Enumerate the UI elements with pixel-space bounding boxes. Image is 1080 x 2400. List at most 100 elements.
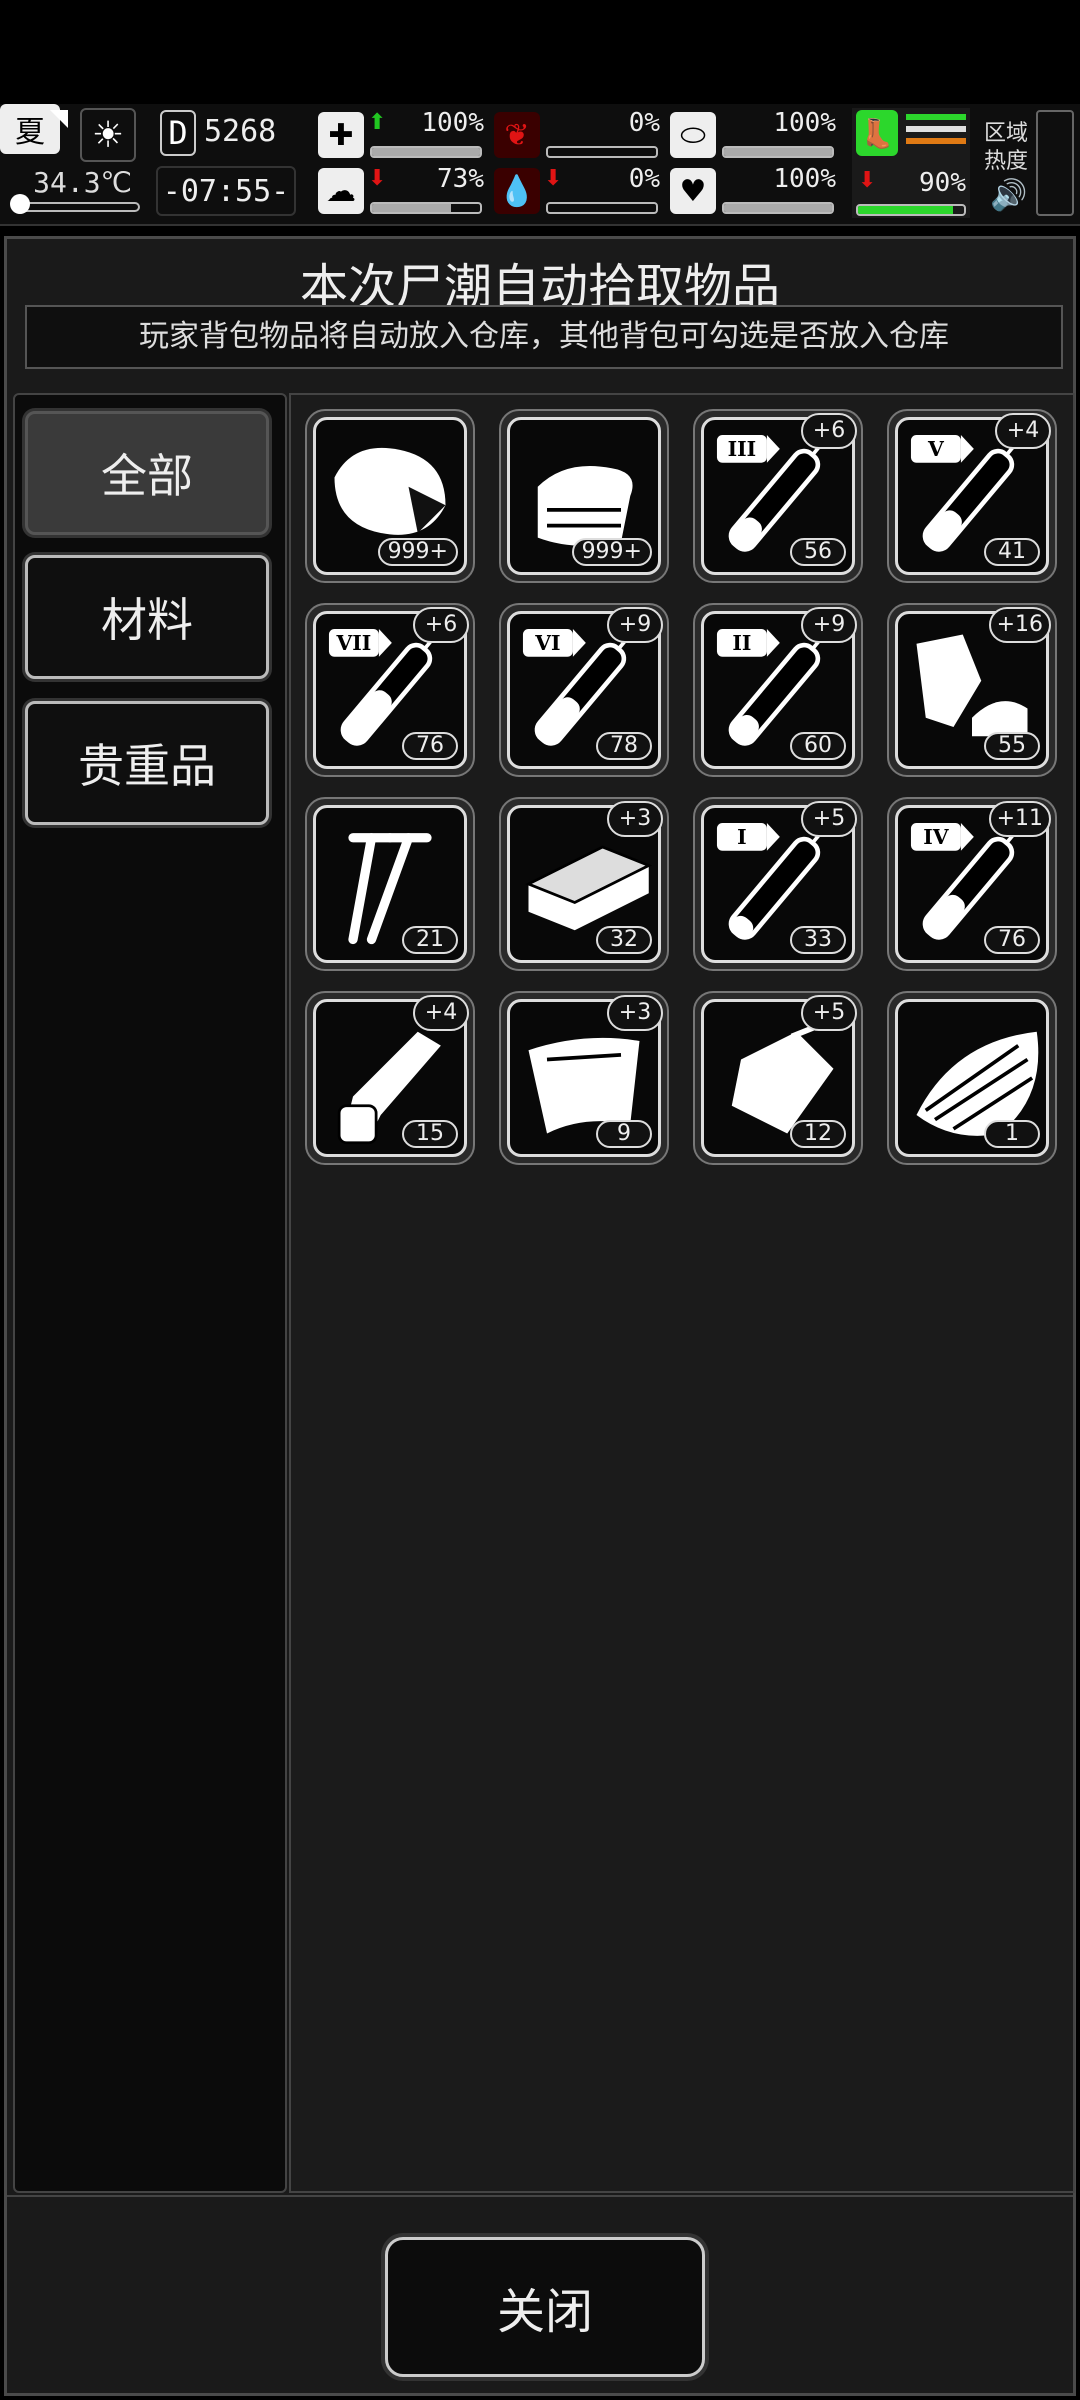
item-slot[interactable]: 55 +16 [887,603,1057,777]
hunger-stat: ❦ 0% [494,108,664,162]
item-count: 56 [790,538,846,566]
season-indicator: 夏 [0,104,68,154]
item-bonus-badge: +4 [995,413,1051,449]
item-count: 76 [402,732,458,760]
roman-numeral: VI [534,631,560,655]
item-count: 76 [984,926,1040,954]
season-label: 夏 [15,115,45,150]
roman-numeral: III [728,437,757,461]
thermometer-icon [10,194,30,214]
item-slot[interactable]: 12 +5 [693,991,863,1165]
legs-bar-fill [858,206,954,214]
stomach-icon: ❦ [494,112,540,158]
zone-heat-label: 区域热度 [984,121,1029,174]
stamina-stat: ⬭ 100% [670,108,840,162]
temperature-value: 34.3℃ [33,166,132,199]
roman-numeral: IV [923,825,950,849]
day-number: 5268 [204,114,277,149]
day-counter: D 5268 [156,108,296,158]
item-slot[interactable]: VII 76 +6 [305,603,475,777]
item-count: 999+ [377,538,458,566]
health-stat: ✚ ⬆ 100% [318,108,488,162]
item-slot[interactable]: 999+ [499,409,669,583]
item-slot[interactable]: II 60 +9 [693,603,863,777]
item-count: 9 [596,1120,652,1148]
roman-numeral: I [737,825,747,849]
arrow-up-icon: ⬆ [368,110,387,135]
mind-bar [370,202,482,214]
item-bonus-badge: +4 [413,995,469,1031]
mind-stat: ☁ ⬇ 73% [318,164,488,218]
heart-stat: ♥ 100% [670,164,840,218]
item-count: 55 [984,732,1040,760]
item-count: 12 [790,1120,846,1148]
heart-bar-fill [724,204,832,212]
medkit-icon: ✚ [318,112,364,158]
item-bonus-badge: +11 [988,801,1051,837]
item-slot[interactable]: I 33 +5 [693,797,863,971]
legs-bar [856,204,966,216]
heart-bar [722,202,834,214]
leg-status-lines [906,114,966,152]
flag-icon [50,110,68,128]
roman-numeral: II [732,631,751,655]
item-count: 1 [984,1120,1040,1148]
item-slot[interactable]: III 56 +6 [693,409,863,583]
item-bonus-badge: +9 [607,607,663,643]
close-button[interactable]: 关闭 [385,2237,705,2377]
item-slot[interactable]: IV 76 +11 [887,797,1057,971]
item-slot[interactable]: 21 [305,797,475,971]
health-bar [370,146,482,158]
hunger-value: 0% [628,108,660,138]
item-bonus-badge: +3 [607,995,663,1031]
item-count: 999+ [571,538,652,566]
sun-icon: ☀ [80,108,136,162]
item-slot[interactable]: V 41 +4 [887,409,1057,583]
category-valuables-button[interactable]: 贵重品 [25,701,269,825]
item-slot[interactable]: 15 +4 [305,991,475,1165]
temperature-bar [16,202,140,212]
item-count: 60 [790,732,846,760]
roman-numeral: V [927,437,945,461]
item-slot[interactable]: 999+ [305,409,475,583]
item-slot-frame: 999+ [313,417,467,575]
item-count: 32 [596,926,652,954]
game-clock: -07:55- [156,166,296,216]
item-slot-frame: 999+ [507,417,661,575]
pill-icon: ⬭ [670,112,716,158]
thirst-stat: 💧 ⬇ 0% [494,164,664,218]
item-slot-frame: 21 [313,805,467,963]
roman-numeral: VII [336,631,372,655]
item-count: 33 [790,926,846,954]
legs-value: 90% [919,168,966,198]
item-slot[interactable]: 32 +3 [499,797,669,971]
arrow-down-icon: ⬇ [544,166,563,191]
legs-stat: 👢 ⬇ 90% [852,108,970,218]
mind-bar-fill [372,204,451,212]
item-count: 15 [402,1120,458,1148]
leg-icon: 👢 [856,110,898,156]
stamina-bar-fill [724,148,832,156]
health-value: 100% [421,108,484,138]
zone-heat-meter [1036,110,1074,216]
stamina-value: 100% [773,108,836,138]
mind-value: 73% [437,164,484,194]
speaker-icon[interactable]: 🔊 [990,178,1027,213]
item-bonus-badge: +5 [801,801,857,837]
item-bonus-badge: +5 [801,995,857,1031]
stamina-bar [722,146,834,158]
category-all-button[interactable]: 全部 [25,411,269,535]
day-prefix: D [160,110,196,156]
thirst-value: 0% [628,164,660,194]
item-slot[interactable]: VI 78 +9 [499,603,669,777]
temperature-gauge: 34.3℃ [10,166,140,216]
arrow-down-icon: ⬇ [368,166,387,191]
heart-icon: ♥ [670,168,716,214]
category-materials-button[interactable]: 材料 [25,555,269,679]
panel-footer: 关闭 [7,2195,1073,2393]
water-drop-icon: 💧 [494,168,540,214]
item-slot[interactable]: 9 +3 [499,991,669,1165]
brain-icon: ☁ [318,168,364,214]
item-slot[interactable]: 1 [887,991,1057,1165]
thirst-bar [546,202,658,214]
